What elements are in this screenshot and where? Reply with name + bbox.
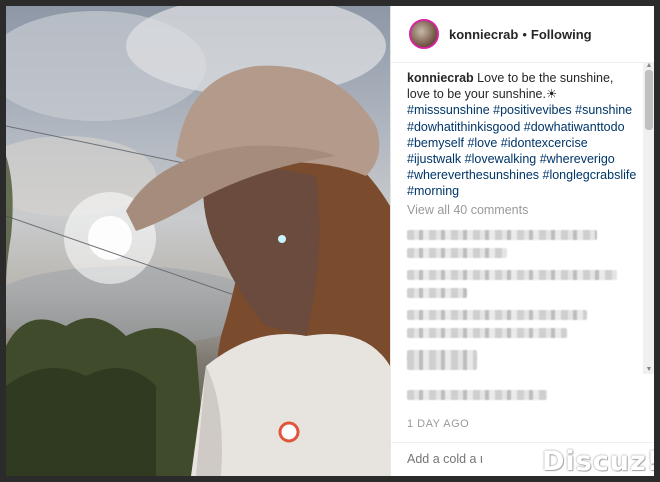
blurred-actions bbox=[407, 356, 477, 370]
blurred-comment bbox=[407, 309, 587, 320]
scroll-thumb[interactable] bbox=[645, 70, 653, 130]
blurred-comment bbox=[407, 327, 567, 338]
avatar[interactable] bbox=[409, 19, 439, 49]
following-button[interactable]: Following bbox=[531, 27, 592, 42]
username-link[interactable]: konniecrab bbox=[449, 27, 518, 42]
caption: konniecrab Love to be the sunshine, love… bbox=[407, 70, 639, 200]
discuz-watermark: Discuz! bbox=[542, 446, 654, 476]
blurred-likes bbox=[407, 390, 547, 400]
comments-scrollbar[interactable]: ▲ ▼ bbox=[643, 62, 654, 374]
blurred-comment bbox=[407, 269, 617, 280]
photo-scene bbox=[6, 6, 390, 476]
comment-input[interactable] bbox=[407, 452, 487, 466]
post-timestamp: 1 DAY AGO bbox=[407, 418, 470, 430]
blurred-comments bbox=[407, 229, 639, 360]
post-header: konniecrab • Following bbox=[391, 6, 654, 63]
blurred-comment bbox=[407, 287, 467, 298]
post-sidebar: konniecrab • Following konniecrab Love t… bbox=[390, 6, 654, 476]
separator-dot: • bbox=[522, 26, 527, 42]
post-modal: konniecrab • Following konniecrab Love t… bbox=[6, 6, 654, 476]
post-photo[interactable] bbox=[6, 6, 390, 476]
scroll-down-icon[interactable]: ▼ bbox=[643, 366, 654, 374]
view-all-comments-link[interactable]: View all 40 comments bbox=[407, 202, 639, 218]
caption-area: konniecrab Love to be the sunshine, love… bbox=[407, 70, 639, 360]
caption-hashtags[interactable]: #misssunshine #positivevibes #sunshine #… bbox=[407, 103, 636, 198]
blurred-action-row bbox=[407, 350, 639, 376]
caption-username[interactable]: konniecrab bbox=[407, 71, 474, 85]
blurred-comment bbox=[407, 247, 507, 258]
blurred-comment bbox=[407, 229, 597, 240]
scroll-up-icon[interactable]: ▲ bbox=[643, 62, 654, 70]
blurred-likes-row bbox=[407, 390, 547, 400]
